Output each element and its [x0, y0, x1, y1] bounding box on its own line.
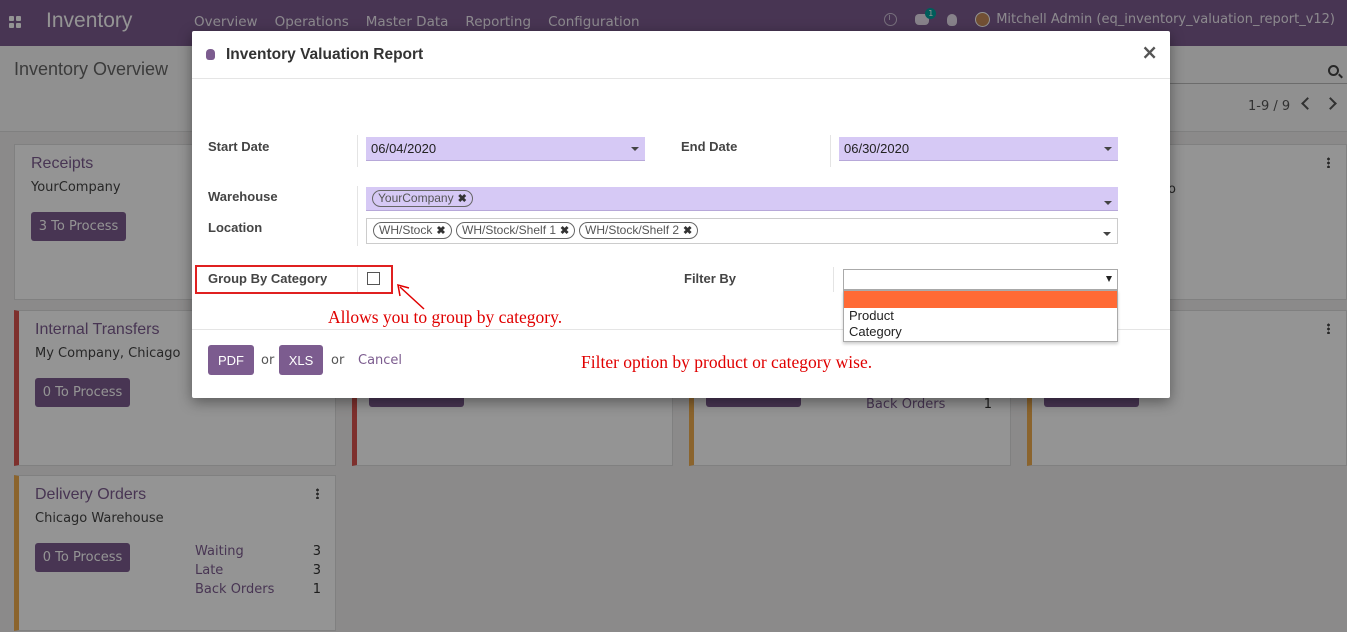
start-date-value: 06/04/2020 [371, 141, 437, 156]
location-field[interactable]: WH/Stock ✖ WH/Stock/Shelf 1 ✖ WH/Stock/She… [366, 218, 1118, 244]
filter-by-label: Filter By [684, 271, 737, 286]
location-tag: WH/Stock/Shelf 2 ✖ [579, 222, 699, 239]
caret-down-icon[interactable] [1104, 201, 1112, 205]
close-icon[interactable]: × [1141, 42, 1158, 62]
modal-title: Inventory Valuation Report [226, 46, 424, 63]
tag-label: YourCompany [378, 191, 454, 205]
divider [833, 267, 834, 292]
tag-remove-icon[interactable]: ✖ [560, 225, 569, 237]
bug-icon [206, 49, 215, 60]
or-text: or [261, 353, 275, 368]
tag-label: WH/Stock/Shelf 1 [462, 223, 557, 237]
group-by-checkbox[interactable] [367, 272, 380, 285]
filter-option-product[interactable]: Product [844, 308, 1117, 324]
location-tag: WH/Stock ✖ [373, 222, 452, 239]
start-date-field[interactable]: 06/04/2020 [366, 137, 645, 161]
xls-button[interactable]: XLS [279, 345, 323, 375]
annotation-filter-note: Filter option by product or category wis… [581, 352, 873, 372]
filter-by-options: Product Category [843, 290, 1118, 342]
modal-header: Inventory Valuation Report × [192, 31, 1170, 79]
filter-by-select[interactable] [843, 269, 1118, 290]
group-by-label: Group By Category [208, 271, 328, 286]
tag-label: WH/Stock/Shelf 2 [585, 223, 680, 237]
inventory-valuation-dialog: Inventory Valuation Report × Start Date … [192, 31, 1170, 398]
filter-option-blank[interactable] [844, 291, 1117, 308]
warehouse-field[interactable]: YourCompany ✖ [366, 187, 1118, 211]
caret-down-icon[interactable] [631, 147, 639, 151]
tag-label: WH/Stock [379, 223, 433, 237]
pdf-button[interactable]: PDF [208, 345, 254, 375]
warehouse-tag: YourCompany ✖ [372, 190, 473, 207]
cancel-button[interactable]: Cancel [358, 353, 402, 368]
divider [357, 267, 358, 292]
divider [357, 186, 358, 246]
end-date-value: 06/30/2020 [844, 141, 910, 156]
tag-remove-icon[interactable]: ✖ [683, 225, 692, 237]
tag-remove-icon[interactable]: ✖ [458, 193, 467, 205]
warehouse-label: Warehouse [208, 189, 278, 204]
location-tag: WH/Stock/Shelf 1 ✖ [456, 222, 576, 239]
start-date-label: Start Date [208, 139, 270, 154]
tag-remove-icon[interactable]: ✖ [436, 225, 445, 237]
location-label: Location [208, 220, 263, 235]
or-text: or [331, 353, 345, 368]
caret-down-icon[interactable] [1103, 232, 1111, 236]
end-date-field[interactable]: 06/30/2020 [839, 137, 1118, 161]
annotation-group-note: Allows you to group by category. [328, 307, 563, 327]
divider [830, 135, 831, 167]
end-date-label: End Date [681, 139, 738, 154]
dropdown-arrow-icon[interactable] [1106, 276, 1112, 282]
filter-option-category[interactable]: Category [844, 324, 1117, 340]
divider [357, 135, 358, 167]
caret-down-icon[interactable] [1104, 147, 1112, 151]
